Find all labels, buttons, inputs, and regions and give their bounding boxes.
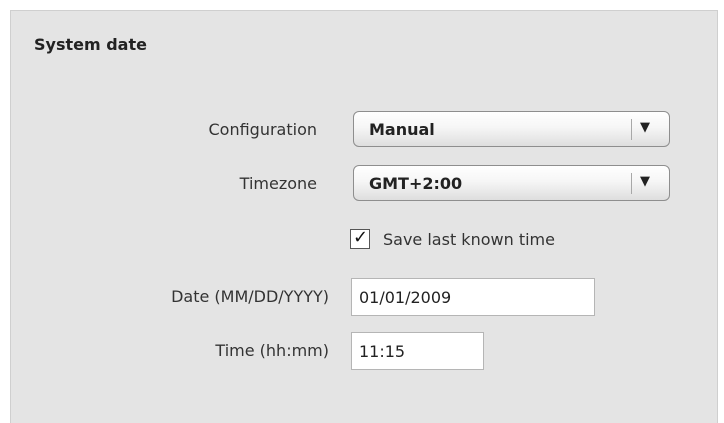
time-label: Time (hh:mm) xyxy=(215,341,329,360)
triangle-down-icon[interactable]: ▼ xyxy=(640,174,650,189)
configuration-label: Configuration xyxy=(208,120,317,139)
checkmark-icon: ✓ xyxy=(353,227,369,248)
date-label: Date (MM/DD/YYYY) xyxy=(171,287,329,306)
triangle-down-icon[interactable]: ▼ xyxy=(640,120,650,135)
timezone-value: GMT+2:00 xyxy=(369,174,463,193)
timezone-select[interactable]: GMT+2:00 ▼ xyxy=(353,165,670,201)
date-field[interactable] xyxy=(351,278,595,316)
save-last-known-time-checkbox[interactable]: ✓ xyxy=(350,227,370,249)
save-last-known-time-label[interactable]: Save last known time xyxy=(383,230,555,249)
configuration-value: Manual xyxy=(369,120,435,139)
select-divider xyxy=(631,173,632,194)
section-title: System date xyxy=(34,35,147,54)
select-divider xyxy=(631,119,632,140)
system-date-panel: System date Configuration Manual ▼ Timez… xyxy=(10,10,718,423)
timezone-label: Timezone xyxy=(239,174,317,193)
time-field[interactable] xyxy=(351,332,484,370)
configuration-select[interactable]: Manual ▼ xyxy=(353,111,670,147)
